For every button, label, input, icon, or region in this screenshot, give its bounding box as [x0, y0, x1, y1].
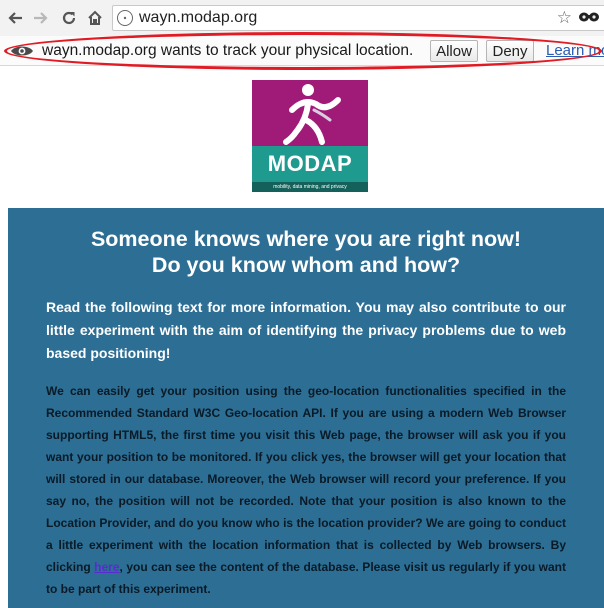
- intro-paragraph: Read the following text for more informa…: [46, 299, 566, 361]
- logo-figure-panel: [252, 80, 368, 146]
- browser-toolbar: wayn.modap.org ☆: [0, 0, 604, 36]
- modap-logo: MODAP mobility, data mining, and privacy: [252, 80, 368, 192]
- page-headline: Someone knows where you are right now! D…: [8, 226, 604, 278]
- infobar-clip: Learn more: [0, 36, 604, 70]
- body-paragraph: We can easily get your position using th…: [46, 380, 566, 600]
- forward-arrow-icon[interactable]: [30, 7, 52, 29]
- star-icon[interactable]: ☆: [557, 8, 572, 28]
- address-bar[interactable]: wayn.modap.org ☆: [112, 5, 604, 31]
- home-icon[interactable]: [84, 7, 106, 29]
- body-text-end: , you can see the content of the databas…: [46, 560, 566, 596]
- url-text[interactable]: wayn.modap.org: [139, 9, 257, 27]
- logo-tagline: mobility, data mining, and privacy: [252, 182, 368, 192]
- here-link[interactable]: here: [94, 560, 119, 574]
- mask-icon[interactable]: [578, 9, 600, 25]
- main-content-panel: Someone knows where you are right now! D…: [8, 208, 604, 608]
- body-text-start: We can easily get your position using th…: [46, 384, 566, 574]
- page-info-icon[interactable]: [117, 10, 133, 26]
- running-figure-icon: [283, 84, 341, 145]
- reload-icon[interactable]: [58, 7, 80, 29]
- learn-more-link[interactable]: Learn more: [546, 42, 604, 59]
- headline-line-2: Do you know whom and how?: [151, 253, 461, 277]
- logo-wordmark: MODAP: [252, 146, 368, 182]
- headline-line-1: Someone knows where you are right now!: [90, 227, 522, 251]
- back-arrow-icon[interactable]: [4, 7, 26, 29]
